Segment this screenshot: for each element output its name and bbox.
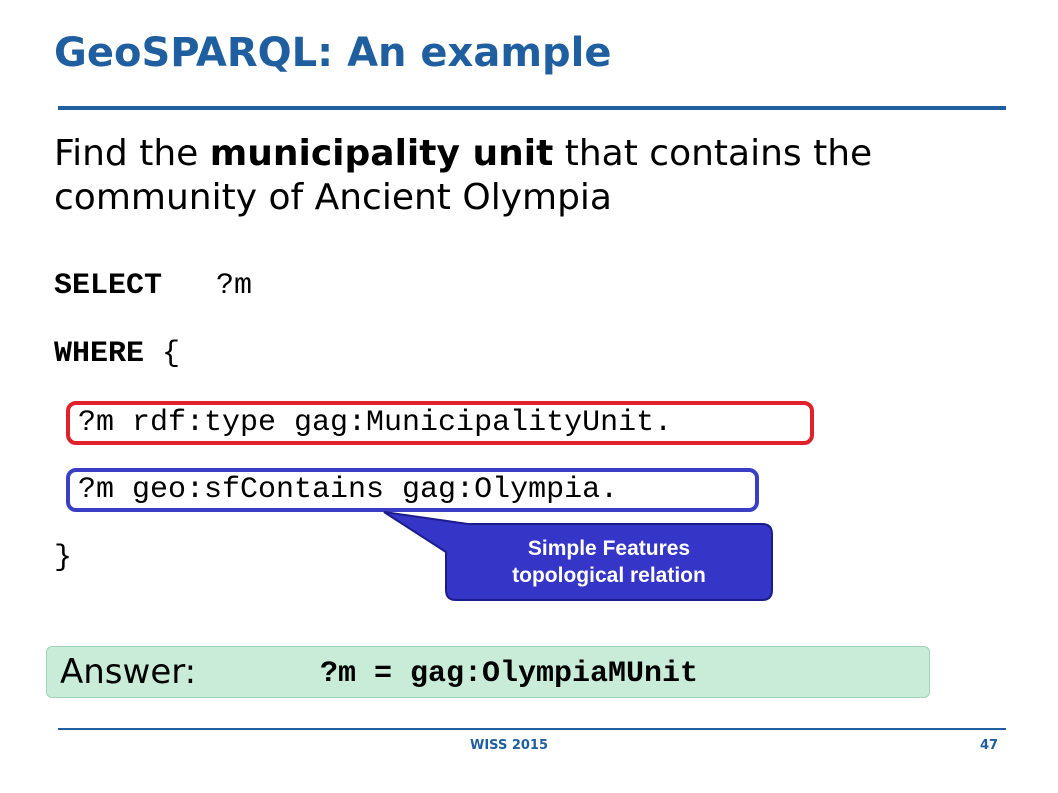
callout-line2: topological relation <box>512 564 706 587</box>
footer-event: WISS 2015 <box>470 738 549 753</box>
callout-text: Simple Features topological relation <box>446 524 772 600</box>
answer-label: Answer: <box>60 652 197 692</box>
footer-divider <box>58 728 1006 730</box>
answer-value: ?m = gag:OlympiaMUnit <box>320 657 699 691</box>
page-number: 47 <box>980 738 999 753</box>
callout-line1: Simple Features <box>527 537 691 560</box>
slide: GeoSPARQL: An example Find the municipal… <box>0 0 1058 793</box>
